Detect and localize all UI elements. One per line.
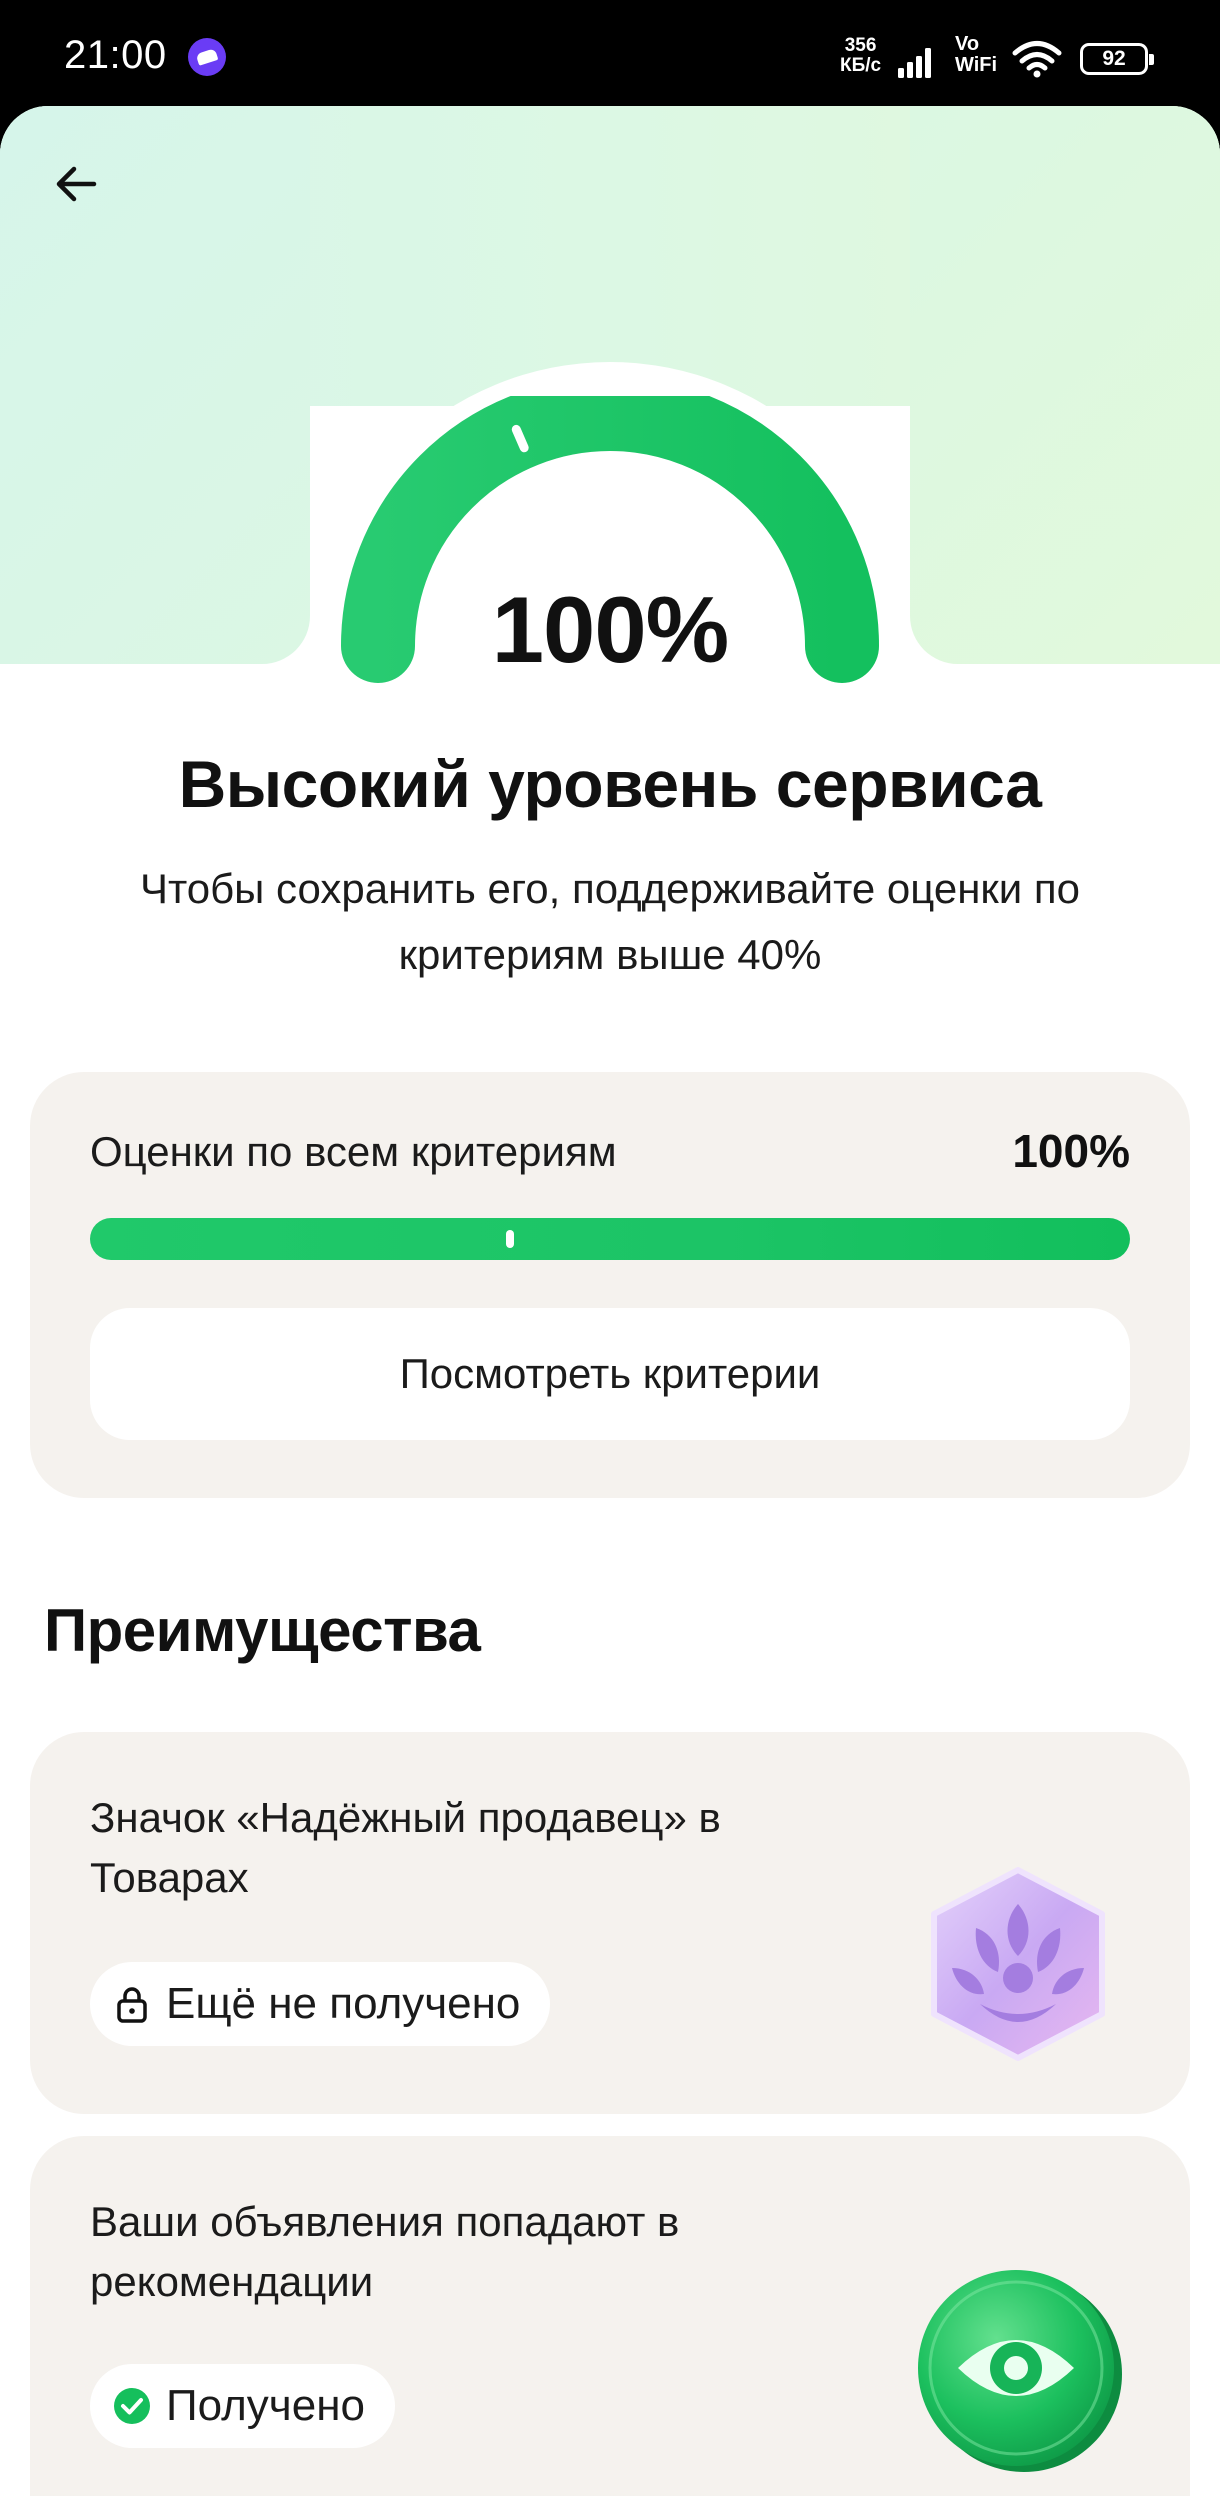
score-label: Оценки по всем критериям: [90, 1128, 617, 1175]
app-notification-icon: [188, 38, 226, 76]
network-speed-value: 356: [844, 35, 877, 56]
vowifi-bottom: WiFi: [955, 54, 998, 76]
score-threshold-marker: [506, 1230, 514, 1248]
wifi-icon: [1012, 41, 1062, 78]
arrow-left-icon: [56, 166, 97, 202]
advantage-status-text: Получено: [166, 2381, 365, 2430]
gauge-value: 100%: [491, 577, 729, 682]
score-value: 100%: [1012, 1125, 1130, 1177]
advantage-status-pill: Ещё не получено: [90, 1962, 551, 2046]
back-button[interactable]: [40, 148, 112, 220]
status-time: 21:00: [64, 33, 167, 77]
score-progress-bar: [90, 1218, 1130, 1260]
eye-badge-icon: [918, 2270, 1122, 2472]
vowifi-top: Vo: [955, 33, 980, 55]
service-level-screen: 100% Высокий уровень сервиса Чтобы сохра…: [0, 106, 1220, 2496]
advantages-title: Преимущества: [44, 1597, 481, 1664]
laurel-badge-icon: [931, 1867, 1105, 2061]
advantage-card-recommendations[interactable]: Ваши объявления попадают в рекомендации …: [30, 2136, 1190, 2496]
score-card: Оценки по всем критериям 100% Посмотреть…: [30, 1072, 1190, 1498]
advantage-text: Значок «Надёжный продавец» в Товарах: [90, 1794, 721, 1901]
cellular-signal-icon: [898, 48, 931, 78]
network-speed: 356 КБ/с: [840, 36, 881, 76]
page-subtitle: Чтобы сохранить его, поддерживайте оценк…: [139, 865, 1081, 978]
check-circle-icon: [110, 2384, 154, 2428]
vowifi-indicator: Vo WiFi: [955, 34, 997, 76]
page-title: Высокий уровень сервиса: [178, 747, 1042, 821]
battery-indicator: 92: [1080, 43, 1154, 75]
view-criteria-button[interactable]: Посмотреть критерии: [90, 1308, 1130, 1440]
network-speed-unit: КБ/с: [840, 55, 882, 76]
advantage-status-pill: Получено: [90, 2364, 395, 2448]
status-bar: 21:00 356 КБ/с Vo WiFi 92: [0, 0, 1220, 110]
advantage-card-trusted-seller[interactable]: Значок «Надёжный продавец» в Товарах Ещё…: [30, 1732, 1190, 2114]
advantage-status-text: Ещё не получено: [166, 1979, 521, 2028]
lock-icon: [110, 1982, 154, 2026]
advantage-text: Ваши объявления попадают в рекомендации: [90, 2198, 680, 2305]
